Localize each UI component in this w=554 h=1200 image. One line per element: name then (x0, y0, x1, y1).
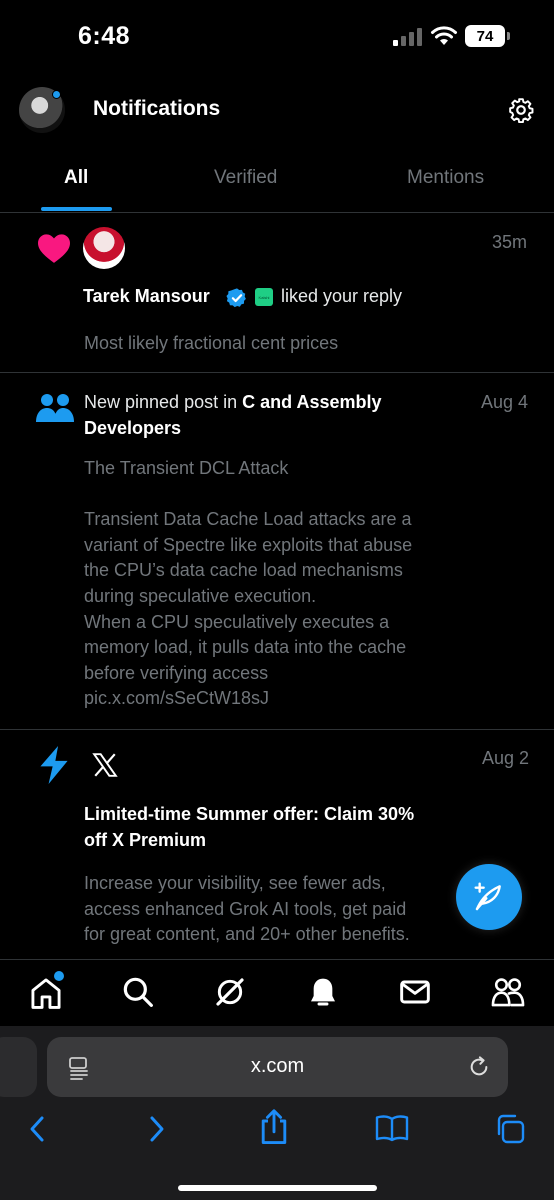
notifications-icon[interactable] (307, 976, 339, 1008)
notification-title: New pinned post in C and Assembly Develo… (84, 390, 474, 441)
messages-icon[interactable] (399, 976, 431, 1008)
notification-time: Aug 4 (481, 392, 529, 412)
notification-action: liked your reply (281, 286, 403, 306)
back-icon[interactable] (27, 1115, 47, 1143)
bottom-nav (0, 959, 554, 1025)
post-line: memory load, it pulls data into the cach… (84, 637, 407, 658)
divider (0, 729, 554, 730)
divider (0, 212, 554, 213)
heart-icon (38, 234, 70, 263)
gear-icon[interactable] (508, 97, 534, 123)
previous-tab-pill[interactable] (0, 1037, 37, 1097)
reload-icon[interactable] (468, 1056, 490, 1078)
grok-icon[interactable] (214, 976, 246, 1008)
home-unread-dot (54, 971, 64, 981)
share-icon[interactable] (259, 1109, 289, 1145)
divider (0, 372, 554, 373)
tabs-icon[interactable] (495, 1114, 525, 1144)
x-logo-icon (92, 753, 118, 777)
home-indicator (178, 1185, 377, 1191)
body-line: access enhanced Grok AI tools, get paid (84, 898, 407, 919)
post-line: variant of Spectre like exploits that ab… (84, 534, 413, 555)
body-line: Increase your visibility, see fewer ads, (84, 873, 386, 893)
title-prefix: New pinned post in (84, 392, 243, 412)
post-line: The Transient DCL Attack (84, 458, 289, 478)
post-preview: The Transient DCL Attack Transient Data … (84, 456, 484, 712)
user-avatar[interactable] (83, 227, 125, 269)
post-line: Transient Data Cache Load attacks are a (84, 509, 412, 530)
tab-all[interactable]: All (64, 167, 88, 189)
page-title: Notifications (93, 97, 221, 120)
lightning-icon (40, 746, 68, 784)
title-line: Limited-time Summer offer: Claim 30% (84, 804, 415, 824)
communities-icon (36, 394, 74, 422)
post-line-blank (84, 482, 484, 508)
title-line: off X Premium (84, 829, 207, 850)
avatar-notification-dot (52, 90, 61, 99)
battery-indicator: 74 (465, 25, 505, 47)
compose-feather-icon (474, 882, 501, 911)
notification-time: 35m (492, 232, 528, 252)
cellular-signal-icon (393, 28, 422, 46)
body-line: for great content, and 20+ other benefit… (84, 924, 410, 945)
post-line: the CPU’s data cache load mechanisms (84, 560, 403, 581)
bookmarks-icon[interactable] (375, 1114, 409, 1142)
notification-body: Most likely fractional cent prices (84, 333, 339, 353)
forward-icon[interactable] (147, 1115, 167, 1143)
wifi-icon (431, 26, 457, 45)
battery-nub (507, 32, 510, 40)
post-line: before verifying access (84, 662, 269, 683)
communities-icon[interactable] (491, 976, 525, 1008)
home-icon[interactable] (30, 976, 62, 1010)
status-time: 6:48 (78, 22, 131, 50)
tab-mentions[interactable]: Mentions (407, 167, 484, 189)
notification-time: Aug 2 (482, 748, 530, 768)
url-text[interactable]: x.com (47, 1055, 508, 1078)
notification-body: Increase your visibility, see fewer ads,… (84, 871, 484, 948)
notification-title: Limited-time Summer offer: Claim 30% off… (84, 802, 464, 853)
active-tab-indicator (41, 207, 112, 211)
post-line: during speculative execution. (84, 585, 317, 606)
tab-verified[interactable]: Verified (214, 167, 277, 189)
affiliate-badge: Kalshi (255, 288, 273, 306)
post-line: When a CPU speculatively executes a (84, 611, 390, 632)
compose-button[interactable] (456, 864, 522, 930)
user-name[interactable]: Tarek Mansour (83, 286, 210, 307)
verified-badge-icon (226, 288, 246, 308)
search-icon[interactable] (122, 976, 154, 1008)
post-link[interactable]: pic.x.com/sSeCtW18sJ (84, 686, 484, 712)
